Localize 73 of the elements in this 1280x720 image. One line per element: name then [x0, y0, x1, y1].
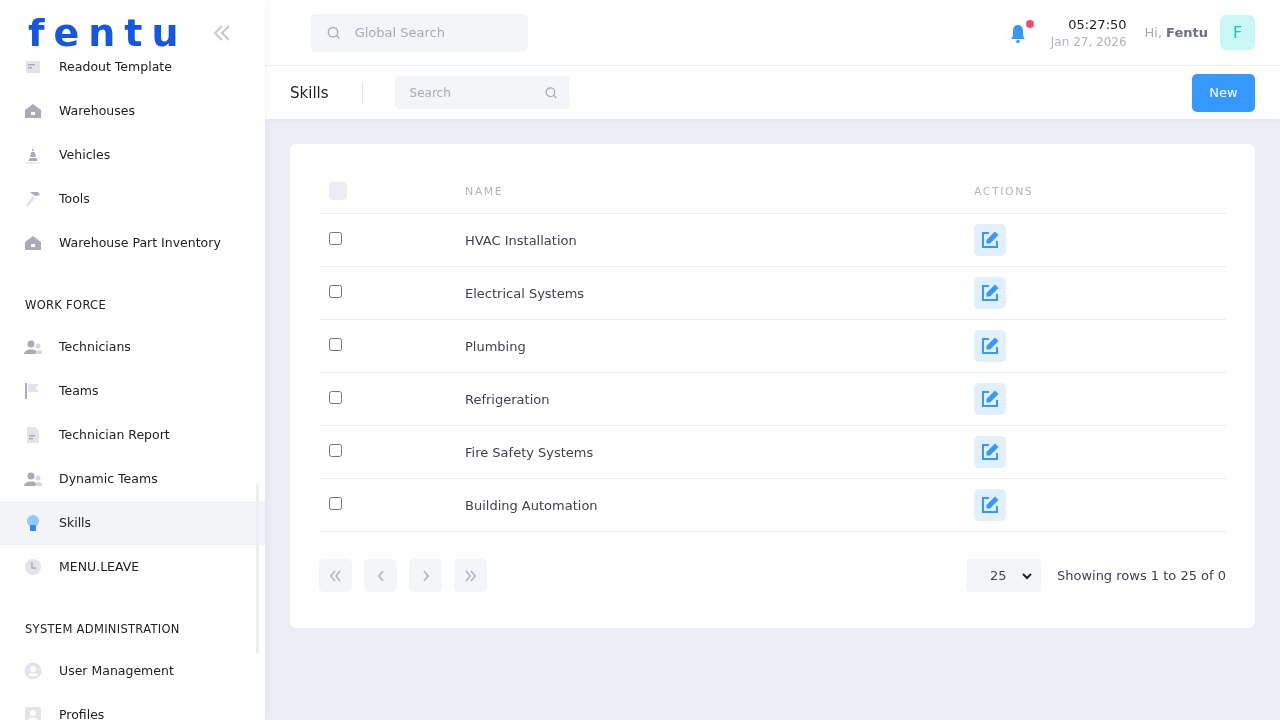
sidebar-item[interactable]: Skills — [0, 501, 265, 545]
last-page-button[interactable] — [454, 559, 487, 592]
row-checkbox[interactable] — [329, 338, 342, 351]
menu-icon — [24, 234, 42, 252]
edit-button[interactable] — [974, 383, 1006, 415]
menu-icon — [24, 102, 42, 120]
sidebar-item[interactable]: Tools — [0, 177, 265, 221]
edit-icon — [980, 495, 1000, 515]
row-checkbox[interactable] — [329, 444, 342, 457]
sidebar-item[interactable]: Teams — [0, 369, 265, 413]
edit-button[interactable] — [974, 330, 1006, 362]
section-heading: SYSTEM ADMINISTRATION — [24, 621, 181, 638]
chevron-right-icon — [422, 569, 429, 582]
search-icon — [545, 85, 558, 100]
page-size-select[interactable]: 25 — [965, 559, 1041, 592]
collapse-icon[interactable] — [213, 24, 231, 41]
row-checkbox[interactable] — [329, 391, 342, 404]
row-checkbox[interactable] — [329, 232, 342, 245]
column-header: NAME — [465, 184, 504, 198]
table-cell: Electrical Systems — [465, 285, 585, 301]
first-page-button[interactable] — [319, 559, 352, 592]
menu-icon — [24, 382, 42, 400]
table-cell: Fire Safety Systems — [465, 444, 594, 460]
global-search-input[interactable]: Global Search — [352, 24, 528, 41]
search-field[interactable]: Search — [394, 76, 570, 109]
sidebar-item[interactable]: Dynamic Teams — [0, 457, 265, 501]
rows-summary: Showing rows 1 to 25 of 0 — [1056, 568, 1226, 583]
menu-icon — [24, 662, 42, 680]
sidebar-item[interactable]: Profiles — [0, 693, 265, 720]
menu-icon — [24, 426, 42, 444]
menu-icon — [24, 338, 42, 356]
sidebar-item[interactable]: User Management — [0, 649, 265, 693]
edit-button[interactable] — [974, 224, 1006, 256]
edit-icon — [980, 442, 1000, 462]
sidebar-item[interactable]: Technician Report — [0, 413, 265, 457]
section-heading: WORK FORCE — [24, 297, 107, 314]
sidebar-item[interactable]: Warehouse Part Inventory — [0, 221, 265, 265]
user-name: Fentu — [1166, 25, 1208, 40]
double-chevron-right-icon — [465, 569, 476, 582]
column-header: ACTIONS — [974, 184, 1034, 198]
menu-icon — [24, 58, 42, 76]
edit-icon — [980, 230, 1000, 250]
menu-icon — [24, 558, 42, 576]
sidebar-item[interactable]: MENU.LEAVE — [0, 545, 265, 589]
menu-icon — [24, 514, 42, 532]
row-checkbox[interactable] — [329, 285, 342, 298]
search-icon — [327, 24, 341, 41]
double-chevron-left-icon — [330, 569, 341, 582]
table-cell: Refrigeration — [465, 391, 550, 407]
menu-icon — [24, 190, 42, 208]
clock-time: 05:27:50 — [1068, 16, 1127, 32]
edit-button[interactable] — [974, 489, 1006, 521]
menu-icon — [24, 146, 42, 164]
table-cell: HVAC Installation — [465, 232, 577, 248]
menu-icon — [24, 470, 42, 488]
global-search-field[interactable]: Global Search — [310, 13, 528, 52]
row-checkbox[interactable] — [329, 497, 342, 510]
clock-date: Jan 27, 2026 — [1050, 34, 1127, 49]
edit-icon — [980, 283, 1000, 303]
edit-button[interactable] — [974, 277, 1006, 309]
edit-button[interactable] — [974, 436, 1006, 468]
sidebar-item[interactable]: Vehicles — [0, 133, 265, 177]
edit-icon — [980, 389, 1000, 409]
chevron-left-icon — [377, 569, 384, 582]
search-input[interactable]: Search — [407, 84, 546, 101]
sidebar-item[interactable]: Warehouses — [0, 89, 265, 133]
sidebar-item[interactable]: Technicians — [0, 325, 265, 369]
logo: fentu — [28, 13, 188, 52]
edit-icon — [980, 336, 1000, 356]
greeting: Hi, — [1144, 25, 1163, 40]
table-cell: Building Automation — [465, 497, 598, 513]
table-cell: Plumbing — [465, 338, 526, 354]
page-title: Skills — [290, 81, 363, 104]
